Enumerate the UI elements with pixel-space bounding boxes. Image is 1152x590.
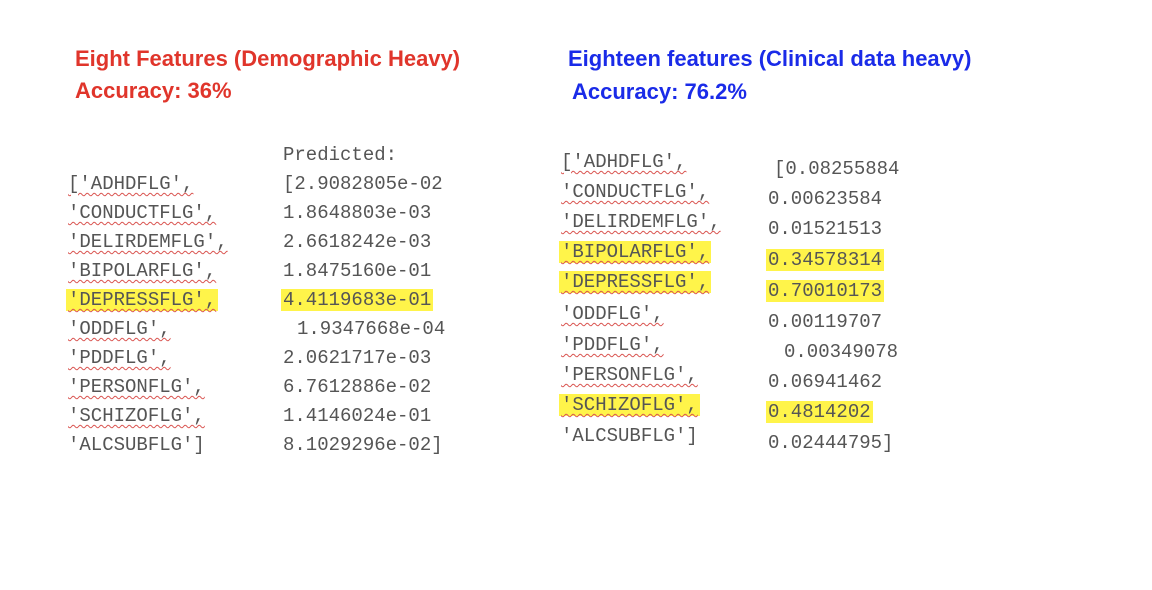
left-feature-name: 'PDDFLG', — [68, 347, 171, 369]
left-feature-name: ['ADHDFLG', — [68, 173, 194, 195]
right-title: Eighteen features (Clinical data heavy) — [568, 46, 972, 71]
left-feature-name: 'ALCSUBFLG'] — [68, 434, 205, 456]
right-feature-name-highlighted: 'SCHIZOFLG', — [559, 394, 700, 416]
left-value: 2.6618242e-03 — [283, 231, 432, 253]
right-value-highlighted: 0.34578314 — [766, 249, 885, 271]
right-feature-name: 'ODDFLG', — [561, 303, 664, 325]
left-value: 1.4146024e-01 — [283, 405, 432, 427]
right-value-highlighted: 0.70010173 — [766, 280, 885, 302]
left-feature-name: 'ODDFLG', — [68, 318, 171, 340]
left-title: Eight Features (Demographic Heavy) — [75, 46, 461, 71]
right-feature-name-highlighted: 'BIPOLARFLG', — [559, 241, 712, 263]
left-value: 6.7612886e-02 — [283, 376, 432, 398]
right-value: 0.00119707 — [768, 311, 883, 333]
left-feature-name: 'CONDUCTFLG', — [68, 202, 217, 224]
left-value: 1.8475160e-01 — [283, 260, 432, 282]
right-value: 0.06941462 — [768, 371, 883, 393]
left-value: [2.9082805e-02 — [283, 173, 443, 195]
right-value: 0.00349078 — [784, 341, 899, 363]
left-value: 2.0621717e-03 — [283, 347, 432, 369]
right-accuracy: Accuracy: 76.2% — [572, 79, 747, 104]
right-feature-name: 'DELIRDEMFLG', — [561, 211, 721, 233]
right-feature-name-highlighted: 'DEPRESSFLG', — [559, 271, 712, 293]
left-feature-name: 'DELIRDEMFLG', — [68, 231, 228, 253]
left-value: 1.9347668e-04 — [297, 318, 446, 340]
left-predicted-header: Predicted: — [283, 144, 398, 166]
left-accuracy: Accuracy: 36% — [75, 78, 232, 103]
right-value: 0.00623584 — [768, 188, 883, 210]
right-feature-name: 'PERSONFLG', — [561, 364, 698, 386]
right-value: [0.08255884 — [774, 158, 900, 180]
right-feature-name: 'PDDFLG', — [561, 334, 664, 356]
right-feature-name: 'CONDUCTFLG', — [561, 181, 710, 203]
left-feature-name-highlighted: 'DEPRESSFLG', — [66, 289, 219, 311]
right-feature-name: 'ALCSUBFLG'] — [561, 425, 698, 447]
right-value: 0.01521513 — [768, 218, 883, 240]
left-feature-name: 'PERSONFLG', — [68, 376, 205, 398]
right-value: 0.02444795] — [768, 432, 894, 454]
left-feature-name: 'SCHIZOFLG', — [68, 405, 205, 427]
left-value: 8.1029296e-02] — [283, 434, 443, 456]
right-feature-name: ['ADHDFLG', — [561, 151, 687, 173]
left-feature-name: 'BIPOLARFLG', — [68, 260, 217, 282]
left-value-highlighted: 4.4119683e-01 — [281, 289, 434, 311]
right-value-highlighted: 0.4814202 — [766, 401, 873, 423]
left-value: 1.8648803e-03 — [283, 202, 432, 224]
